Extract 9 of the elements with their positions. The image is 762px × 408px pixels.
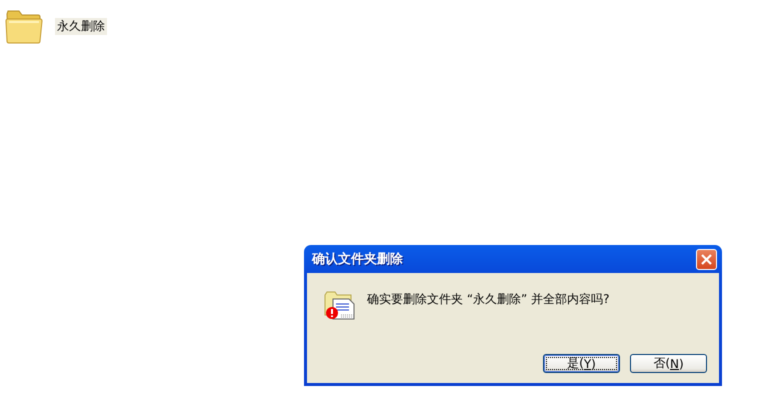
confirm-message: 确实要删除文件夹 “永久删除” 并全部内容吗? <box>367 291 610 308</box>
yes-button[interactable]: 是(Y) <box>543 354 620 373</box>
dialog-title: 确认文件夹删除 <box>312 250 403 268</box>
folder-icon <box>5 8 43 44</box>
close-button[interactable] <box>696 248 717 270</box>
close-icon <box>700 252 713 266</box>
no-button[interactable]: 否(N) <box>630 354 707 373</box>
folder-label[interactable]: 永久删除 <box>55 18 107 34</box>
folder-warning-icon <box>323 289 357 321</box>
